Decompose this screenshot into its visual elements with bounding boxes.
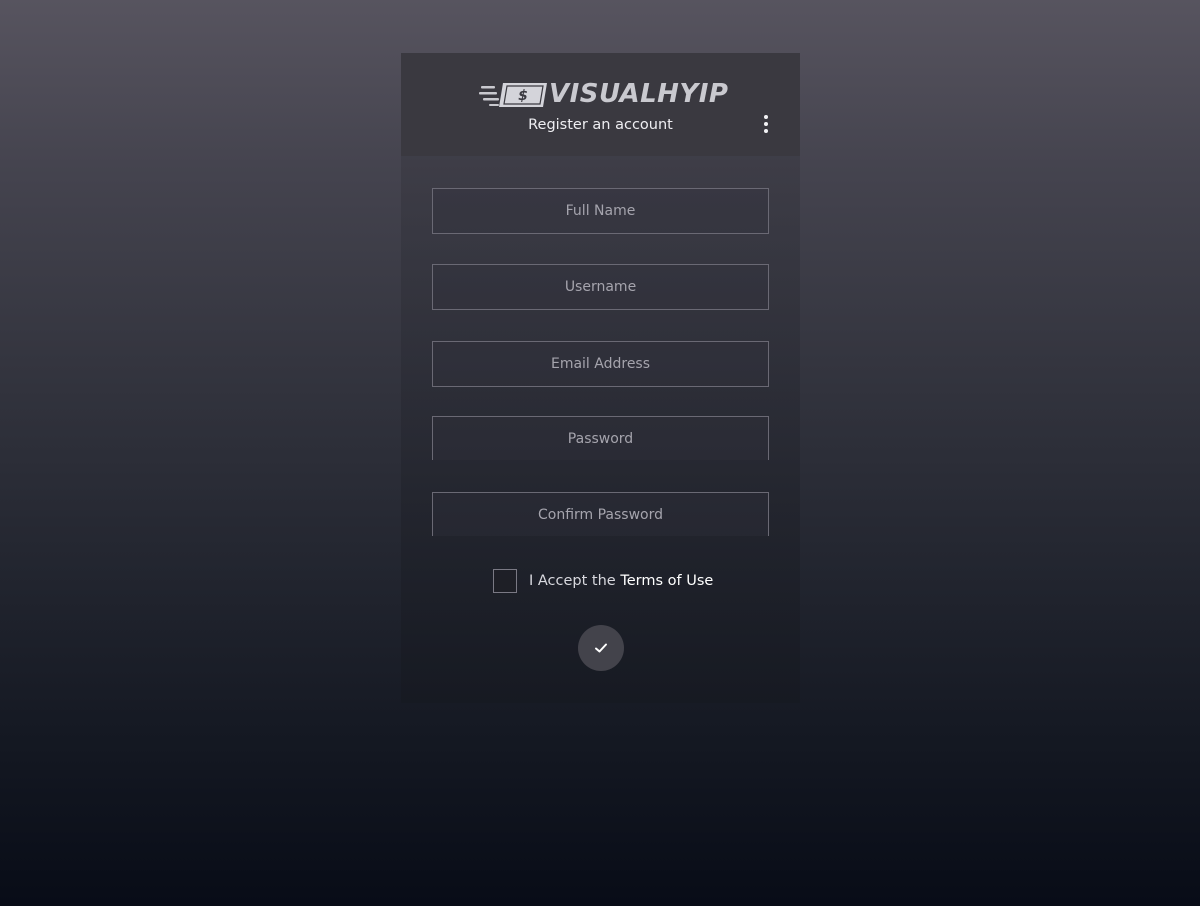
terms-checkbox[interactable] (493, 569, 517, 593)
password-field[interactable] (432, 416, 769, 460)
brand-logo: $ VISUALHYIP (479, 77, 728, 113)
terms-prefix: I Accept the (529, 573, 616, 589)
card-header: $ VISUALHYIP Register an account (401, 53, 800, 156)
terms-row: I Accept the Terms of Use (493, 568, 713, 594)
page-subtitle: Register an account (528, 117, 673, 133)
terms-label: I Accept the Terms of Use (529, 573, 713, 589)
checkmark-icon (595, 643, 607, 653)
more-vertical-icon[interactable] (761, 114, 771, 134)
dollar-bill-icon: $ (479, 83, 547, 107)
email-field[interactable] (432, 341, 769, 387)
svg-text:$: $ (518, 88, 528, 104)
brand-name: VISUALHYIP (549, 79, 729, 109)
terms-of-use-link[interactable]: Terms of Use (620, 573, 713, 589)
username-field[interactable] (432, 264, 769, 310)
submit-button[interactable] (578, 625, 624, 671)
register-card: $ VISUALHYIP Register an account I Accep… (401, 53, 800, 703)
confirm-password-field[interactable] (432, 492, 769, 536)
full-name-field[interactable] (432, 188, 769, 234)
